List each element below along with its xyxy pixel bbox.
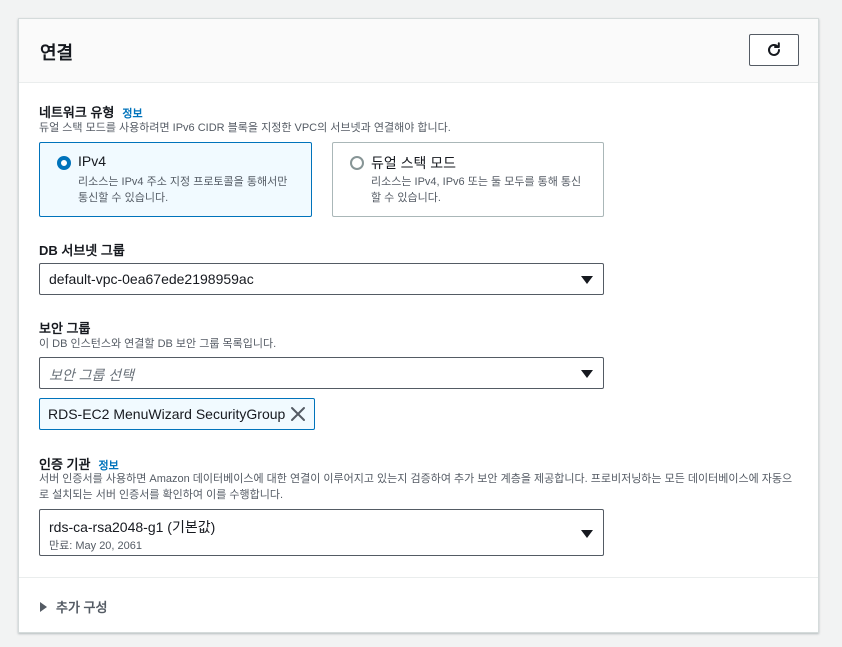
network-type-label-text: 네트워크 유형 bbox=[39, 105, 115, 120]
additional-config-label: 추가 구성 bbox=[56, 600, 108, 615]
network-type-label: 네트워크 유형 정보 bbox=[39, 102, 143, 121]
ca-select[interactable]: rds-ca-rsa2048-g1 (기본값) 만료: May 20, 2061 bbox=[39, 509, 604, 556]
radio-dual-stack[interactable] bbox=[350, 156, 364, 170]
security-group-label: 보안 그룹 bbox=[39, 321, 91, 336]
refresh-button[interactable] bbox=[749, 34, 799, 66]
network-option-title: 듀얼 스택 모드 bbox=[371, 155, 457, 171]
token-label: RDS-EC2 MenuWizard SecurityGroup bbox=[48, 406, 286, 422]
network-info-link[interactable]: 정보 bbox=[122, 108, 142, 120]
caret-down-icon bbox=[581, 530, 593, 538]
subnet-select[interactable]: default-vpc-0ea67ede2198959ac bbox=[39, 263, 604, 295]
network-type-description: 듀얼 스택 모드를 사용하려면 IPv6 CIDR 블록을 지정한 VPC의 서… bbox=[39, 122, 451, 134]
security-group-token: RDS-EC2 MenuWizard SecurityGroup bbox=[39, 398, 315, 430]
connectivity-panel: 연결 네트워크 유형 정보 듀얼 스택 모드를 사용하려면 IPv6 CIDR 블… bbox=[18, 18, 819, 633]
divider bbox=[19, 577, 818, 578]
subnet-value: default-vpc-0ea67ede2198959ac bbox=[49, 271, 254, 287]
ca-expiry: 만료: May 20, 2061 bbox=[49, 540, 143, 552]
network-option-dual-stack[interactable]: 듀얼 스택 모드 리소스는 IPv4, IPv6 또는 둘 모두를 통해 통신할… bbox=[332, 142, 604, 217]
radio-ipv4[interactable] bbox=[57, 156, 71, 170]
security-group-select[interactable]: 보안 그룹 선택 bbox=[39, 357, 604, 389]
caret-down-icon bbox=[581, 276, 593, 284]
ca-value: rds-ca-rsa2048-g1 (기본값) bbox=[49, 519, 216, 535]
ca-description: 서버 인증서를 사용하면 Amazon 데이터베이스에 대한 연결이 이루어지고… bbox=[39, 473, 793, 501]
refresh-icon bbox=[768, 42, 780, 56]
security-group-placeholder: 보안 그룹 선택 bbox=[49, 367, 135, 383]
network-option-ipv4[interactable]: IPv4 리소스는 IPv4 주소 지정 프로토콜을 통해서만 통신할 수 있습… bbox=[39, 142, 312, 217]
additional-config-expander[interactable]: 추가 구성 bbox=[40, 597, 107, 616]
subnet-label: DB 서브넷 그룹 bbox=[39, 243, 125, 258]
section-title: 연결 bbox=[40, 43, 74, 63]
panel-header: 연결 bbox=[19, 19, 818, 83]
caret-down-icon bbox=[581, 370, 593, 378]
network-option-description: 리소스는 IPv4 주소 지정 프로토콜을 통해서만 통신할 수 있습니다. bbox=[78, 176, 288, 204]
network-option-title: IPv4 bbox=[78, 153, 107, 169]
ca-label-text: 인증 기관 bbox=[39, 457, 91, 472]
network-option-description: 리소스는 IPv4, IPv6 또는 둘 모두를 통해 통신할 수 있습니다. bbox=[371, 176, 582, 204]
close-icon[interactable] bbox=[290, 406, 306, 422]
caret-right-icon bbox=[40, 601, 47, 612]
security-group-description: 이 DB 인스턴스와 연결할 DB 보안 그룹 목록입니다. bbox=[39, 338, 277, 350]
